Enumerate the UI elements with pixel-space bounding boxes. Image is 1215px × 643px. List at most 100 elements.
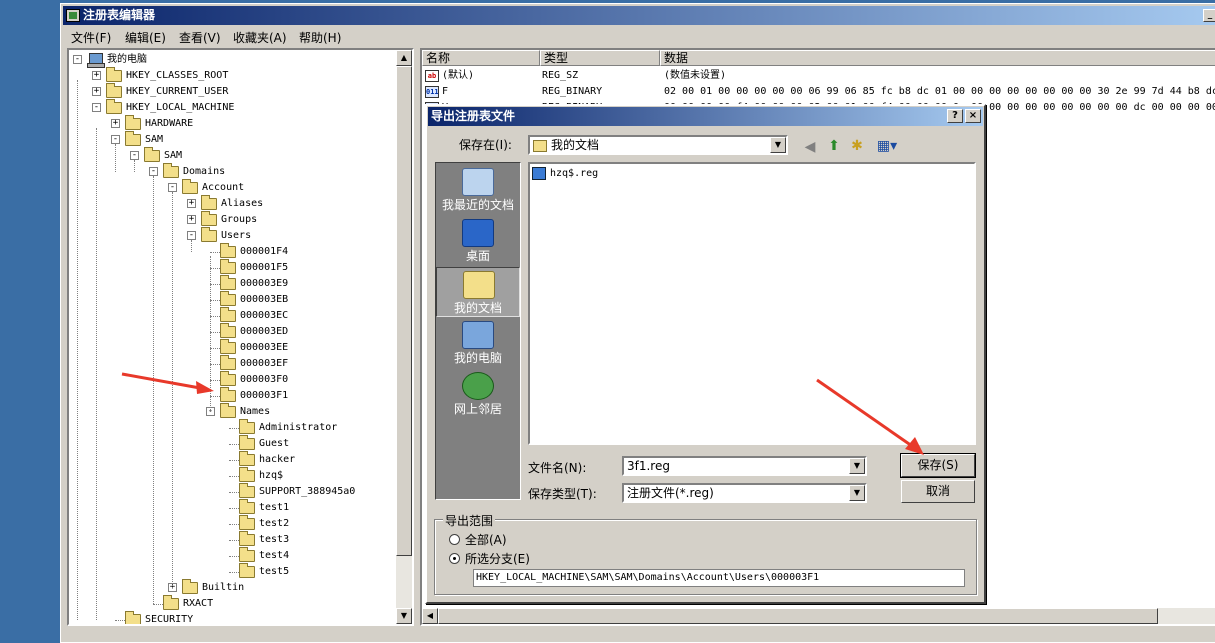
tree-node[interactable]: 000003ED bbox=[69, 323, 399, 340]
menu-help[interactable]: 帮助(H) bbox=[299, 29, 341, 46]
tree-node[interactable]: - Domains bbox=[69, 163, 399, 180]
tree-node[interactable]: 000001F4 bbox=[69, 243, 399, 260]
collapse-icon[interactable]: - bbox=[187, 231, 196, 240]
minimize-button[interactable]: _ bbox=[1203, 9, 1215, 22]
tree-node[interactable]: test3 bbox=[69, 531, 399, 548]
tree-node[interactable]: 000003F1 bbox=[69, 387, 399, 404]
collapse-icon[interactable]: - bbox=[149, 167, 158, 176]
expand-icon[interactable]: + bbox=[187, 199, 196, 208]
tree-node[interactable]: 000003F0 bbox=[69, 371, 399, 388]
tree-node[interactable]: 000001F5 bbox=[69, 259, 399, 276]
tree-node[interactable]: - Account bbox=[69, 179, 399, 196]
collapse-icon[interactable]: - bbox=[92, 103, 101, 112]
place-my-computer[interactable]: 我的电脑 bbox=[436, 318, 520, 368]
reg-file-icon bbox=[532, 167, 546, 180]
tree-node-label: Account bbox=[202, 182, 245, 193]
chevron-down-icon[interactable]: ▼ bbox=[849, 458, 865, 474]
collapse-icon[interactable]: - bbox=[111, 135, 120, 144]
menu-favorites[interactable]: 收藏夹(A) bbox=[233, 29, 287, 46]
radio-all-label[interactable]: 全部(A) bbox=[465, 531, 507, 548]
tree-scroll-thumb[interactable] bbox=[396, 66, 412, 556]
dialog-title-bar[interactable]: 导出注册表文件 ? × bbox=[428, 107, 983, 126]
tree-node[interactable]: + HARDWARE bbox=[69, 115, 399, 132]
menu-file[interactable]: 文件(F) bbox=[71, 29, 111, 46]
chevron-down-icon[interactable]: ▼ bbox=[849, 485, 865, 501]
tree-node[interactable]: 000003EC bbox=[69, 307, 399, 324]
selected-branch-path[interactable]: HKEY_LOCAL_MACHINE\SAM\SAM\Domains\Accou… bbox=[473, 569, 965, 587]
help-button[interactable]: ? bbox=[947, 109, 963, 123]
scroll-down-button[interactable]: ▼ bbox=[396, 608, 412, 624]
cancel-button[interactable]: 取消 bbox=[901, 480, 975, 503]
column-header-type[interactable]: 类型 bbox=[540, 50, 660, 66]
tree-node[interactable]: + Groups bbox=[69, 211, 399, 228]
tree-node[interactable]: + HKEY_CLASSES_ROOT bbox=[69, 67, 399, 84]
place-my-documents[interactable]: 我的文档 bbox=[436, 267, 520, 317]
place-network[interactable]: 网上邻居 bbox=[436, 369, 520, 419]
tree-node[interactable]: + Aliases bbox=[69, 195, 399, 212]
new-folder-icon[interactable]: ✱ bbox=[848, 137, 866, 155]
tree-node[interactable]: 000003EF bbox=[69, 355, 399, 372]
place-desktop[interactable]: 桌面 bbox=[436, 216, 520, 266]
radio-all[interactable] bbox=[449, 534, 460, 545]
tree-node[interactable]: - SAM bbox=[69, 147, 399, 164]
tree-node[interactable]: + HKEY_CURRENT_USER bbox=[69, 83, 399, 100]
tree-node[interactable]: - Names bbox=[69, 403, 399, 420]
place-label-recent: 我最近的文档 bbox=[441, 198, 514, 212]
tree-node[interactable]: test1 bbox=[69, 499, 399, 516]
chevron-down-icon[interactable]: ▼ bbox=[770, 137, 786, 153]
expand-icon[interactable]: + bbox=[92, 87, 101, 96]
tree-node[interactable]: test2 bbox=[69, 515, 399, 532]
tree-node[interactable]: test4 bbox=[69, 547, 399, 564]
expand-icon[interactable]: + bbox=[92, 71, 101, 80]
place-recent-documents[interactable]: 我最近的文档 bbox=[436, 165, 520, 215]
value-row[interactable]: 011 F REG_BINARY 02 00 01 00 00 00 00 00 06… bbox=[422, 84, 1215, 100]
collapse-icon[interactable]: - bbox=[73, 55, 82, 64]
save-button[interactable]: 保存(S) bbox=[900, 453, 976, 478]
registry-tree[interactable]: - 我的电脑 + HKEY_CLASSES_ROOT + HKEY_CURRENT_USE… bbox=[67, 48, 414, 626]
expand-icon[interactable]: + bbox=[187, 215, 196, 224]
expand-icon[interactable]: + bbox=[111, 119, 120, 128]
collapse-icon[interactable]: - bbox=[130, 151, 139, 160]
filetype-select[interactable]: 注册文件(*.reg) ▼ bbox=[622, 483, 867, 503]
tree-node[interactable]: 000003EE bbox=[69, 339, 399, 356]
column-header-data[interactable]: 数据 bbox=[660, 50, 1215, 66]
file-list[interactable]: hzq$.reg bbox=[528, 162, 976, 445]
tree-node[interactable]: 000003E9 bbox=[69, 275, 399, 292]
save-in-combo[interactable]: 我的文档 ▼ bbox=[528, 135, 788, 155]
value-data: 02 00 01 00 00 00 00 00 06 99 06 85 fc b… bbox=[664, 86, 1215, 97]
tree-node[interactable]: + Builtin bbox=[69, 579, 399, 596]
file-item[interactable]: hzq$.reg bbox=[532, 166, 598, 182]
menu-edit[interactable]: 编辑(E) bbox=[125, 29, 166, 46]
title-bar[interactable]: 注册表编辑器 _ bbox=[63, 6, 1215, 25]
radio-selected-branch[interactable] bbox=[449, 553, 460, 564]
tree-node[interactable]: SUPPORT_388945a0 bbox=[69, 483, 399, 500]
up-folder-icon[interactable]: ⬆ bbox=[825, 137, 843, 155]
views-menu-icon[interactable]: ▦▾ bbox=[873, 137, 901, 155]
back-icon[interactable]: ◀ bbox=[801, 138, 819, 156]
tree-node[interactable]: Administrator bbox=[69, 419, 399, 436]
values-horizontal-scrollbar[interactable]: ◀ bbox=[422, 608, 1215, 624]
tree-node[interactable]: - SAM bbox=[69, 131, 399, 148]
menu-view[interactable]: 查看(V) bbox=[179, 29, 221, 46]
tree-node[interactable]: hzq$ bbox=[69, 467, 399, 484]
tree-node[interactable]: 000003EB bbox=[69, 291, 399, 308]
tree-node[interactable]: SECURITY bbox=[69, 611, 399, 624]
value-type: REG_BINARY bbox=[542, 86, 603, 97]
close-button[interactable]: × bbox=[965, 109, 981, 123]
scroll-left-button[interactable]: ◀ bbox=[422, 608, 438, 624]
tree-node[interactable]: test5 bbox=[69, 563, 399, 580]
tree-node[interactable]: hacker bbox=[69, 451, 399, 468]
tree-node[interactable]: - HKEY_LOCAL_MACHINE bbox=[69, 99, 399, 116]
values-scroll-thumb[interactable] bbox=[438, 608, 1158, 624]
filename-input[interactable]: 3f1.reg ▼ bbox=[622, 456, 867, 476]
collapse-icon[interactable]: - bbox=[168, 183, 177, 192]
value-row[interactable]: ab (默认) REG_SZ (数值未设置) bbox=[422, 68, 1215, 84]
tree-node[interactable]: RXACT bbox=[69, 595, 399, 612]
scroll-up-button[interactable]: ▲ bbox=[396, 50, 412, 66]
tree-node[interactable]: - 我的电脑 bbox=[69, 52, 399, 68]
tree-node[interactable]: - Users bbox=[69, 227, 399, 244]
tree-node[interactable]: Guest bbox=[69, 435, 399, 452]
column-header-name[interactable]: 名称 bbox=[422, 50, 540, 66]
radio-selected-label[interactable]: 所选分支(E) bbox=[465, 550, 530, 567]
tree-vertical-scrollbar[interactable]: ▲ ▼ bbox=[396, 50, 412, 624]
